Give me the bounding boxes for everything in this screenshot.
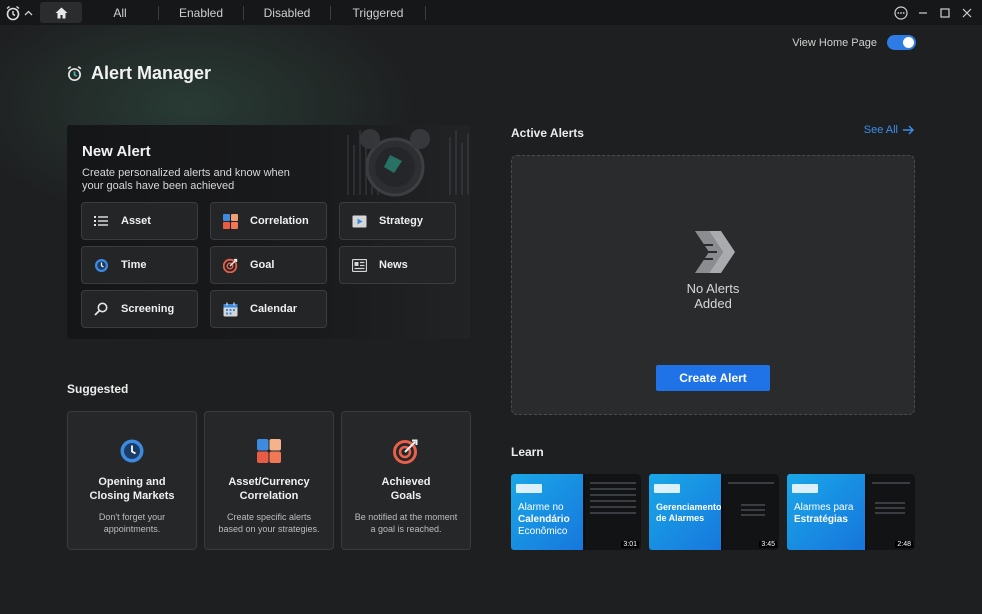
- calendar-alert-button[interactable]: Calendar: [210, 290, 327, 328]
- maximize-icon[interactable]: [934, 0, 956, 25]
- page-title-text: Alert Manager: [91, 63, 212, 83]
- strategy-alert-button[interactable]: Strategy: [339, 202, 456, 240]
- window-controls: [890, 0, 982, 25]
- new-alert-description: Create personalized alerts and know when…: [82, 167, 290, 192]
- clock-icon: [93, 257, 109, 273]
- screening-alert-label: Screening: [121, 303, 175, 315]
- video-brand-badge: [792, 484, 818, 493]
- alarm-clock-icon: [67, 65, 82, 82]
- learn-video-card[interactable]: Gerenciamento de Alarmes 3:45: [649, 474, 779, 550]
- tab-triggered[interactable]: Triggered: [331, 0, 425, 25]
- suggested-card-correlation[interactable]: Asset/Currency Correlation Create specifi…: [204, 411, 334, 550]
- video-thumbnail-screen: 3:01: [583, 474, 641, 550]
- video-thumbnail-screen: 3:45: [721, 474, 779, 550]
- suggested-card-description: Be notified at the moment a goal is reach…: [354, 512, 458, 534]
- correlation-alert-button[interactable]: Correlation: [210, 202, 327, 240]
- view-home-page-toggle[interactable]: [887, 35, 916, 50]
- goal-alert-button[interactable]: Goal: [210, 246, 327, 284]
- tab-divider: [425, 5, 426, 20]
- title-bar: All Enabled Disabled Triggered: [0, 0, 982, 25]
- suggested-heading: Suggested: [67, 382, 129, 396]
- page-title: Alert Manager: [66, 63, 211, 84]
- target-icon: [393, 439, 418, 464]
- video-title: Gerenciamento de Alarmes: [656, 502, 722, 523]
- video-title: Alarme no Calendário Econômico: [518, 502, 570, 537]
- calendar-alert-label: Calendar: [250, 303, 298, 315]
- video-brand-badge: [654, 484, 680, 493]
- create-alert-button[interactable]: Create Alert: [656, 365, 770, 391]
- more-options-icon[interactable]: [890, 0, 912, 25]
- video-title: Alarmes para Estratégias: [794, 502, 854, 525]
- tab-home[interactable]: [40, 2, 82, 23]
- suggested-card-title: Opening and Closing Markets: [89, 476, 175, 502]
- suggested-card-markets[interactable]: Opening and Closing Markets Don't forget …: [67, 411, 197, 550]
- goal-alert-label: Goal: [250, 259, 275, 271]
- tab-label: All: [113, 5, 127, 20]
- double-chevron-right-icon: [695, 231, 735, 273]
- minimize-icon[interactable]: [912, 0, 934, 25]
- clock-icon: [120, 439, 144, 463]
- calendar-icon: [222, 301, 238, 317]
- close-icon[interactable]: [956, 0, 978, 25]
- view-home-page-label: View Home Page: [792, 36, 877, 49]
- suggested-card-description: Create specific alerts based on your stra…: [218, 512, 320, 534]
- tab-label: Enabled: [178, 5, 224, 20]
- tab-label: Disabled: [263, 5, 311, 20]
- learn-video-card[interactable]: Alarme no Calendário Econômico 3:01: [511, 474, 641, 550]
- tab-disabled[interactable]: Disabled: [244, 0, 330, 25]
- video-duration: 3:01: [621, 541, 639, 548]
- news-alert-button[interactable]: News: [339, 246, 456, 284]
- suggested-card-goals[interactable]: Achieved Goals Be notified at the moment a…: [341, 411, 471, 550]
- video-duration: 3:45: [759, 541, 777, 548]
- arrow-right-icon: [903, 125, 914, 135]
- asset-alert-label: Asset: [121, 215, 151, 227]
- view-home-page-setting: View Home Page: [792, 35, 916, 50]
- alarm-clock-illustration-icon: [347, 129, 469, 197]
- screening-alert-button[interactable]: Screening: [81, 290, 198, 328]
- see-all-link[interactable]: See All: [864, 124, 915, 136]
- learn-heading: Learn: [511, 445, 544, 459]
- no-alerts-message: No Alerts Added: [686, 281, 740, 311]
- home-icon: [55, 7, 67, 18]
- news-icon: [351, 257, 367, 273]
- tab-label: Triggered: [352, 5, 404, 20]
- news-alert-label: News: [379, 259, 408, 271]
- correlation-icon: [257, 439, 281, 463]
- learn-video-card[interactable]: Alarmes para Estratégias 2:48: [787, 474, 915, 550]
- see-all-label: See All: [863, 124, 898, 136]
- suggested-card-title: Achieved Goals: [381, 476, 431, 502]
- time-alert-button[interactable]: Time: [81, 246, 198, 284]
- active-alerts-heading: Active Alerts: [511, 126, 584, 140]
- strategy-icon: [351, 213, 367, 229]
- asset-alert-button[interactable]: Asset: [81, 202, 198, 240]
- alarm-clock-logo-icon[interactable]: [4, 4, 22, 22]
- video-brand-badge: [516, 484, 542, 493]
- tab-all[interactable]: All: [82, 0, 158, 25]
- target-icon: [222, 257, 238, 273]
- search-icon: [93, 301, 109, 317]
- active-alerts-empty-state: No Alerts Added Create Alert: [511, 155, 915, 415]
- list-icon: [93, 213, 109, 229]
- strategy-alert-label: Strategy: [379, 215, 424, 227]
- video-duration: 2:48: [895, 541, 913, 548]
- correlation-alert-label: Correlation: [250, 215, 309, 227]
- new-alert-title: New Alert: [82, 143, 151, 160]
- video-thumbnail-screen: 2:48: [865, 474, 915, 550]
- new-alert-panel: New Alert Create personalized alerts and…: [67, 125, 470, 339]
- toggle-knob: [903, 37, 914, 48]
- time-alert-label: Time: [121, 259, 147, 271]
- suggested-card-description: Don't forget your appointments.: [98, 512, 166, 534]
- suggested-card-title: Asset/Currency Correlation: [228, 476, 310, 502]
- correlation-icon: [222, 213, 238, 229]
- tab-enabled[interactable]: Enabled: [159, 0, 243, 25]
- chevron-up-icon[interactable]: [22, 4, 34, 22]
